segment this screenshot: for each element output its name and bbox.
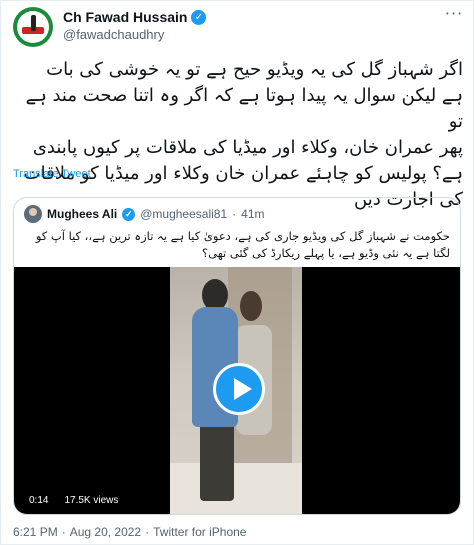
video-info: 0:14 17.5K views — [24, 493, 124, 508]
translate-tweet-link[interactable]: Translate Tweet — [13, 168, 91, 180]
meta-separator: · — [232, 207, 237, 221]
quoted-author-handle[interactable]: @mugheesali81 — [140, 207, 227, 221]
verified-badge-icon: ✓ — [122, 207, 136, 221]
tweet-date[interactable]: Aug 20, 2022 — [70, 525, 141, 539]
quoted-tweet-header: Mughees Ali ✓ @mugheesali81 · 41m — [24, 205, 264, 223]
quoted-author-avatar[interactable] — [24, 205, 42, 223]
video-frame-person — [240, 291, 262, 321]
video-frame-person — [200, 423, 234, 501]
video-view-count: 17.5K views — [59, 493, 124, 508]
tweet-source[interactable]: Twitter for iPhone — [153, 525, 246, 539]
video-duration: 0:14 — [24, 493, 54, 508]
play-icon[interactable] — [213, 363, 265, 415]
more-options-icon[interactable]: ··· — [443, 6, 465, 25]
tweet-time[interactable]: 6:21 PM — [13, 525, 58, 539]
quoted-tweet-time[interactable]: 41m — [241, 207, 264, 221]
tweet-card: Ch Fawad Hussain ✓ @fawadchaudhry ··· اگ… — [0, 0, 474, 545]
author-avatar[interactable] — [13, 7, 53, 47]
quoted-author-display-name[interactable]: Mughees Ali — [47, 207, 117, 221]
tweet-header: Ch Fawad Hussain ✓ @fawadchaudhry ··· — [13, 6, 465, 51]
meta-separator: · — [145, 525, 150, 539]
author-display-name[interactable]: Ch Fawad Hussain — [63, 9, 187, 25]
video-frame-floor — [170, 463, 302, 514]
quoted-tweet[interactable]: Mughees Ali ✓ @mugheesali81 · 41m حکومت … — [13, 197, 461, 515]
meta-separator: · — [61, 525, 66, 539]
author-name-row[interactable]: Ch Fawad Hussain ✓ — [63, 8, 207, 26]
bat-icon — [31, 15, 36, 31]
quoted-tweet-body: حکومت نے شہباز گل کی ویڈیو جاری کی ہے، د… — [35, 229, 450, 260]
verified-badge-icon: ✓ — [191, 9, 207, 25]
tweet-footer: 6:21 PM · Aug 20, 2022 · Twitter for iPh… — [13, 525, 246, 539]
video-player[interactable]: 0:14 17.5K views — [14, 267, 460, 514]
author-handle[interactable]: @fawadchaudhry — [63, 27, 164, 42]
tweet-body: اگر شہباز گل کی یہ ویڈیو حیح ہے تو یہ خو… — [23, 59, 463, 210]
